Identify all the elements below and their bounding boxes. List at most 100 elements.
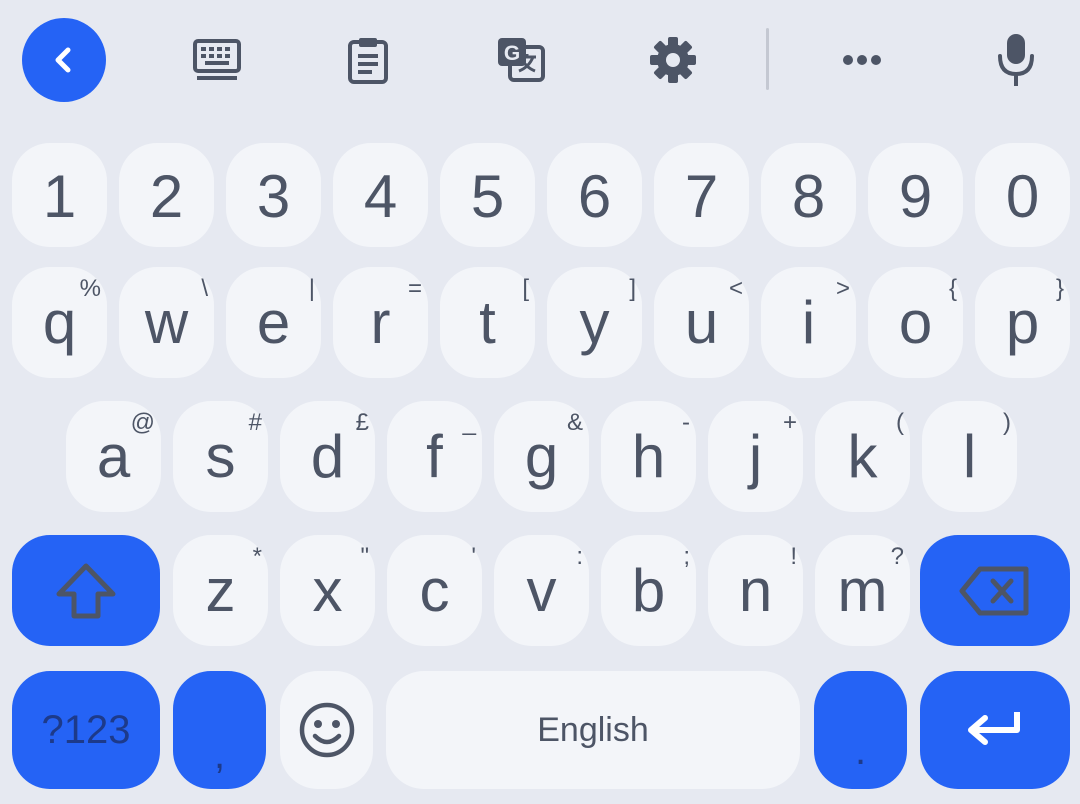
key-hint: " bbox=[360, 543, 369, 570]
key-i[interactable]: i > bbox=[761, 267, 856, 378]
backspace-key[interactable] bbox=[920, 535, 1070, 646]
key-label: 2 bbox=[149, 163, 184, 230]
key-hint: : bbox=[576, 543, 583, 570]
key-hint: - bbox=[682, 409, 690, 436]
key-l[interactable]: l) bbox=[922, 401, 1017, 512]
key-4[interactable]: 4 bbox=[333, 143, 428, 247]
key-7[interactable]: 7 bbox=[654, 143, 749, 247]
back-button[interactable] bbox=[22, 18, 106, 102]
key-label: 5 bbox=[470, 163, 505, 230]
enter-return-icon bbox=[968, 712, 1020, 745]
clipboard-icon bbox=[348, 38, 388, 84]
key-b[interactable]: b; bbox=[601, 535, 696, 646]
key-label: e bbox=[256, 289, 291, 356]
key-k[interactable]: k( bbox=[815, 401, 910, 512]
key-hint: > bbox=[835, 275, 850, 302]
suggestion-toolbar: G bbox=[0, 0, 1080, 120]
key-9[interactable]: 9 bbox=[868, 143, 963, 247]
microphone-icon bbox=[998, 34, 1034, 86]
key-v[interactable]: v: bbox=[494, 535, 589, 646]
key-8[interactable]: 8 bbox=[761, 143, 856, 247]
key-m[interactable]: m? bbox=[815, 535, 910, 646]
key-hint: } bbox=[1055, 275, 1064, 302]
more-horizontal-icon bbox=[843, 55, 881, 65]
key-label: s bbox=[205, 423, 236, 490]
key-label: 4 bbox=[363, 163, 398, 230]
key-f[interactable]: f _ bbox=[387, 401, 482, 512]
key-hint: £ bbox=[355, 409, 369, 436]
key-label: i bbox=[801, 289, 816, 356]
key-p[interactable]: p} bbox=[975, 267, 1070, 378]
key-label: 0 bbox=[1005, 163, 1040, 230]
key-c[interactable]: c ' bbox=[387, 535, 482, 646]
key-hint: ' bbox=[471, 543, 476, 570]
smiley-face-icon bbox=[299, 702, 354, 758]
key-1[interactable]: 1 bbox=[12, 143, 107, 247]
emoji-key[interactable] bbox=[280, 671, 373, 789]
key-z[interactable]: z * bbox=[173, 535, 268, 646]
key-6[interactable]: 6 bbox=[547, 143, 642, 247]
key-q[interactable]: q% bbox=[12, 267, 107, 378]
key-label: g bbox=[524, 423, 559, 490]
key-y[interactable]: y] bbox=[547, 267, 642, 378]
key-0[interactable]: 0 bbox=[975, 143, 1070, 247]
translate-icon: G bbox=[498, 38, 545, 82]
key-e[interactable]: e | bbox=[226, 267, 321, 378]
key-n[interactable]: n! bbox=[708, 535, 803, 646]
key-label: a bbox=[96, 423, 131, 490]
comma-key[interactable]: , bbox=[173, 671, 266, 789]
translate-button[interactable]: G bbox=[479, 18, 563, 102]
key-d[interactable]: d £ bbox=[280, 401, 375, 512]
key-hint: ; bbox=[683, 543, 690, 570]
key-5[interactable]: 5 bbox=[440, 143, 535, 247]
spacebar-key[interactable]: English bbox=[386, 671, 800, 789]
keyboard-button[interactable] bbox=[175, 18, 259, 102]
key-hint: ? bbox=[890, 543, 904, 570]
more-options-button[interactable] bbox=[820, 18, 904, 102]
enter-key[interactable] bbox=[920, 671, 1070, 789]
clipboard-button[interactable] bbox=[326, 18, 410, 102]
key-hint: < bbox=[728, 275, 743, 302]
comma-label: , bbox=[213, 733, 226, 777]
key-hint: { bbox=[948, 275, 957, 302]
key-hint: | bbox=[308, 275, 315, 302]
settings-button[interactable] bbox=[631, 18, 715, 102]
key-label: p bbox=[1005, 289, 1040, 356]
keyboard-icon bbox=[193, 39, 241, 80]
key-label: y bbox=[579, 289, 610, 356]
key-label: m bbox=[837, 557, 888, 624]
key-3[interactable]: 3 bbox=[226, 143, 321, 247]
key-2[interactable]: 2 bbox=[119, 143, 214, 247]
key-hint: & bbox=[566, 409, 583, 436]
voice-input-button[interactable] bbox=[974, 18, 1058, 102]
key-label: 9 bbox=[898, 163, 933, 230]
key-label: 8 bbox=[791, 163, 826, 230]
chevron-left-icon bbox=[55, 47, 71, 73]
key-s[interactable]: s # bbox=[173, 401, 268, 512]
key-label: 1 bbox=[42, 163, 77, 230]
key-hint: _ bbox=[462, 409, 476, 436]
key-t[interactable]: t[ bbox=[440, 267, 535, 378]
key-hint: @ bbox=[130, 409, 155, 436]
key-x[interactable]: x " bbox=[280, 535, 375, 646]
key-g[interactable]: g & bbox=[494, 401, 589, 512]
key-h[interactable]: h- bbox=[601, 401, 696, 512]
shift-key[interactable] bbox=[12, 535, 160, 646]
symbols-label: ?123 bbox=[41, 707, 131, 752]
key-u[interactable]: u < bbox=[654, 267, 749, 378]
key-r[interactable]: r = bbox=[333, 267, 428, 378]
period-key[interactable]: . bbox=[814, 671, 907, 789]
key-o[interactable]: o{ bbox=[868, 267, 963, 378]
key-label: o bbox=[898, 289, 933, 356]
key-a[interactable]: a @ bbox=[66, 401, 161, 512]
key-hint: + bbox=[782, 409, 797, 436]
gear-icon bbox=[650, 37, 696, 83]
symbols-key[interactable]: ?123 bbox=[12, 671, 160, 789]
key-label: b bbox=[631, 557, 666, 624]
key-label: z bbox=[205, 557, 236, 624]
shift-arrow-icon bbox=[56, 563, 116, 618]
key-j[interactable]: j + bbox=[708, 401, 803, 512]
key-hint: = bbox=[407, 275, 422, 302]
spacebar-label: English bbox=[537, 710, 649, 749]
key-w[interactable]: w \ bbox=[119, 267, 214, 378]
